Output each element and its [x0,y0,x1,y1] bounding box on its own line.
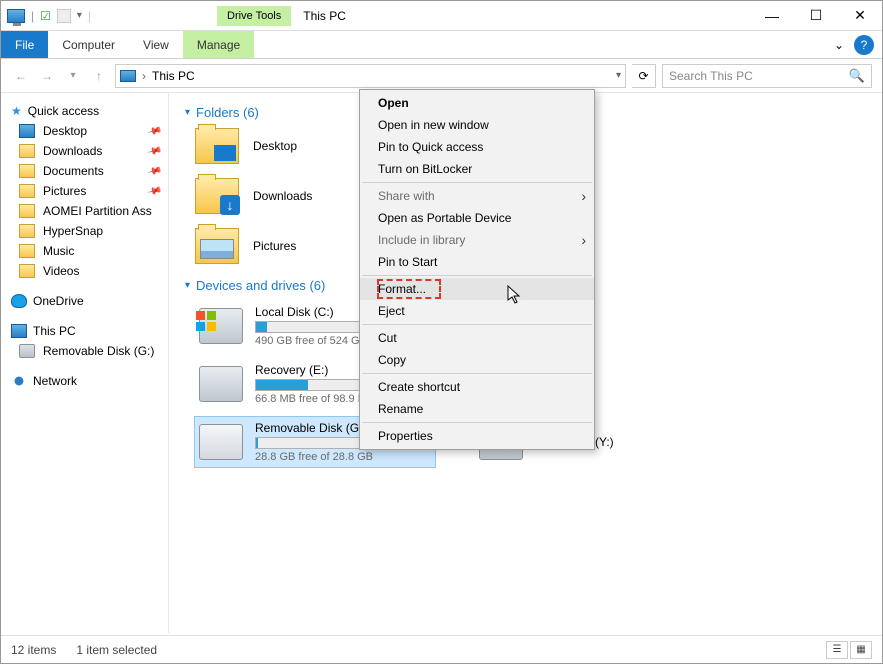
breadcrumb-location[interactable]: This PC [152,69,195,83]
nav-documents[interactable]: Documents📌 [1,161,168,181]
nav-removable-disk[interactable]: Removable Disk (G:) [1,341,168,361]
location-icon [120,70,136,82]
navigation-pane: ★Quick access Desktop📌 Downloads📌 Docume… [1,93,169,633]
tab-manage[interactable]: Manage [183,31,254,58]
pin-icon: 📌 [146,183,162,199]
ctx-include-library[interactable]: Include in library [360,229,594,251]
chevron-down-icon: ▾ [185,280,190,291]
ctx-copy[interactable]: Copy [360,349,594,371]
folder-icon [195,178,239,214]
pin-icon: 📌 [146,123,162,139]
refresh-button[interactable]: ⟳ [632,64,656,88]
address-dropdown-icon[interactable]: ▾ [616,70,621,81]
close-button[interactable]: ✕ [838,1,882,31]
pin-icon: 📌 [146,143,162,159]
desktop-icon [19,124,35,138]
folder-icon [19,244,35,258]
network-icon [11,374,27,388]
cloud-icon [11,294,27,308]
status-selection: 1 item selected [76,643,157,657]
minimize-button[interactable]: — [750,1,794,31]
status-bar: 12 items 1 item selected ☰ ▦ [1,635,882,663]
recent-dropdown-icon[interactable]: ▾ [63,66,83,86]
nav-this-pc[interactable]: This PC [1,321,168,341]
ctx-open[interactable]: Open [360,92,594,114]
status-item-count: 12 items [11,643,56,657]
chevron-down-icon: ▾ [185,107,190,118]
folder-icon [19,264,35,278]
nav-downloads[interactable]: Downloads📌 [1,141,168,161]
ctx-eject[interactable]: Eject [360,300,594,322]
ctx-format[interactable]: Format... [360,278,594,300]
folder-icon [19,204,35,218]
folder-icon [19,224,35,238]
nav-network[interactable]: Network [1,371,168,391]
search-placeholder: Search This PC [669,69,753,83]
folder-icon [19,184,35,198]
back-button[interactable]: ← [11,66,31,86]
nav-hypersnap[interactable]: HyperSnap [1,221,168,241]
pc-icon [11,324,27,338]
ctx-cut[interactable]: Cut [360,327,594,349]
ctx-pin-quick-access[interactable]: Pin to Quick access [360,136,594,158]
ctx-create-shortcut[interactable]: Create shortcut [360,376,594,398]
address-bar: ← → ▾ ↑ › This PC ▾ ⟳ Search This PC 🔍 [1,59,882,93]
tab-computer[interactable]: Computer [48,31,129,58]
qat-item-icon[interactable] [57,9,71,23]
star-icon: ★ [11,104,22,118]
view-details-button[interactable]: ☰ [826,641,848,659]
context-menu: Open Open in new window Pin to Quick acc… [359,89,595,450]
disk-icon [19,344,35,358]
ctx-pin-start[interactable]: Pin to Start [360,251,594,273]
nav-quick-access[interactable]: ★Quick access [1,101,168,121]
tab-file[interactable]: File [1,31,48,58]
folder-icon [19,164,35,178]
view-tiles-button[interactable]: ▦ [850,641,872,659]
qat-divider: | [31,9,34,23]
pin-icon: 📌 [146,163,162,179]
folder-icon [195,228,239,264]
ctx-open-new-window[interactable]: Open in new window [360,114,594,136]
ctx-portable-device[interactable]: Open as Portable Device [360,207,594,229]
qat-check-icon[interactable]: ☑ [40,9,51,23]
maximize-button[interactable]: ☐ [794,1,838,31]
ctx-rename[interactable]: Rename [360,398,594,420]
up-button[interactable]: ↑ [89,66,109,86]
help-icon[interactable]: ? [854,35,874,55]
folder-icon [19,144,35,158]
drive-icon [199,366,243,402]
ribbon-expand-icon[interactable]: ⌄ [828,31,850,58]
folder-icon [195,128,239,164]
ctx-bitlocker[interactable]: Turn on BitLocker [360,158,594,180]
contextual-tab-drive-tools: Drive Tools [217,6,291,26]
window-title: This PC [303,9,346,23]
nav-videos[interactable]: Videos [1,261,168,281]
nav-aomei[interactable]: AOMEI Partition Ass [1,201,168,221]
breadcrumb-chevron-icon[interactable]: › [142,69,146,83]
tab-view[interactable]: View [129,31,183,58]
forward-button[interactable]: → [37,66,57,86]
drive-icon [199,308,243,344]
nav-music[interactable]: Music [1,241,168,261]
search-icon[interactable]: 🔍 [849,68,865,84]
nav-onedrive[interactable]: OneDrive [1,291,168,311]
qat-separator: | [88,9,91,23]
search-input[interactable]: Search This PC 🔍 [662,64,872,88]
qat-dropdown-icon[interactable]: ▾ [77,10,82,21]
title-bar: | ☑ ▾ | Drive Tools This PC — ☐ ✕ [1,1,882,31]
app-icon [7,9,25,23]
ctx-properties[interactable]: Properties [360,425,594,447]
nav-desktop[interactable]: Desktop📌 [1,121,168,141]
ctx-share-with[interactable]: Share with [360,185,594,207]
ribbon-tabs: File Computer View Manage ⌄ ? [1,31,882,59]
address-box[interactable]: › This PC ▾ [115,64,626,88]
drive-free: 28.8 GB free of 28.8 GB [255,451,415,463]
nav-pictures[interactable]: Pictures📌 [1,181,168,201]
drive-icon [199,424,243,460]
